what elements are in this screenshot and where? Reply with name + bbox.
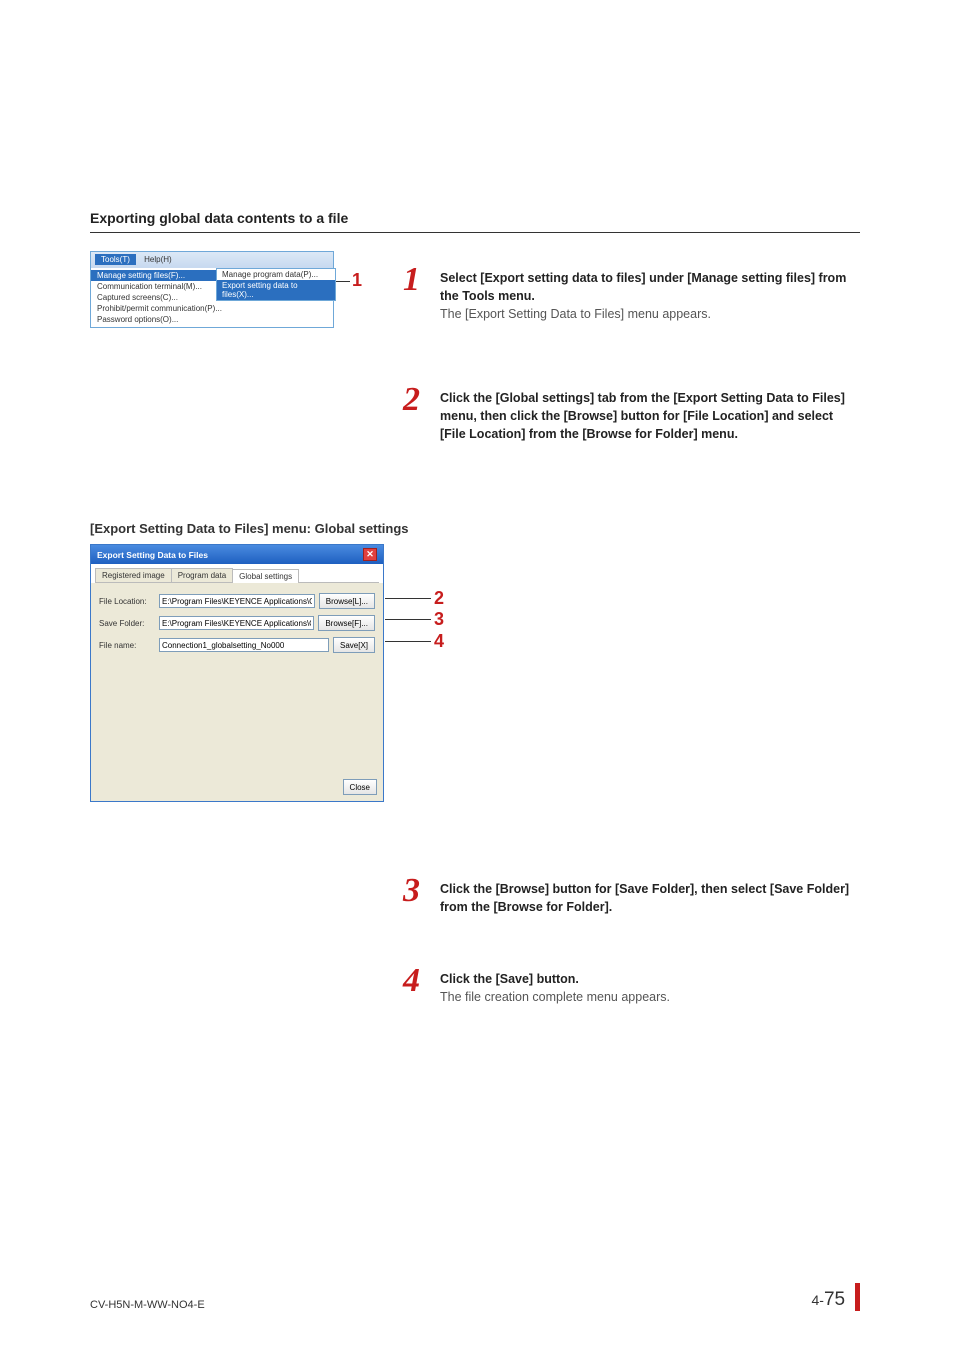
file-name-label: File name: bbox=[99, 641, 159, 650]
callout-line-4 bbox=[385, 641, 431, 642]
file-location-input[interactable] bbox=[159, 594, 315, 608]
step-1-body: Select [Export setting data to files] un… bbox=[440, 269, 860, 323]
page-footer: CV-H5N-M-WW-NO4-E 4-75 bbox=[90, 1283, 860, 1311]
submenu-manage-data[interactable]: Manage program data(P)... bbox=[217, 269, 335, 280]
export-dialog: Export Setting Data to Files ✕ Registere… bbox=[90, 544, 384, 802]
tab-registered-image[interactable]: Registered image bbox=[95, 568, 172, 582]
step-3-body: Click the [Browse] button for [Save Fold… bbox=[440, 880, 860, 916]
step-2-body: Click the [Global settings] tab from the… bbox=[440, 389, 860, 443]
step-3-bold: Click the [Browse] button for [Save Fold… bbox=[440, 882, 849, 914]
doc-id: CV-H5N-M-WW-NO4-E bbox=[90, 1299, 205, 1311]
section-title: Exporting global data contents to a file bbox=[90, 210, 860, 233]
close-button[interactable]: Close bbox=[343, 779, 377, 795]
step-4-plain: The file creation complete menu appears. bbox=[440, 990, 670, 1004]
callout-line-2 bbox=[385, 598, 431, 599]
dialog-tabs: Registered image Program data Global set… bbox=[95, 568, 379, 583]
callout-number-4: 4 bbox=[434, 631, 444, 652]
file-name-input[interactable] bbox=[159, 638, 329, 652]
submenu: Manage program data(P)... Export setting… bbox=[216, 268, 336, 301]
menu-help[interactable]: Help(H) bbox=[138, 254, 178, 265]
step-1-bold: Select [Export setting data to files] un… bbox=[440, 271, 846, 303]
save-button[interactable]: Save[X] bbox=[333, 637, 375, 653]
page-number: 4-75 bbox=[812, 1283, 860, 1311]
step-1-number: 1 bbox=[403, 261, 420, 299]
callout-number-2: 2 bbox=[434, 588, 444, 609]
browse-folder-button[interactable]: Browse[F]... bbox=[318, 615, 375, 631]
dialog-body: File Location: Browse[L]... Save Folder:… bbox=[91, 583, 383, 773]
save-folder-input[interactable] bbox=[159, 616, 314, 630]
menu-tools[interactable]: Tools(T) bbox=[95, 254, 136, 265]
submenu-export[interactable]: Export setting data to files(X)... bbox=[217, 280, 335, 300]
step-1-plain: The [Export Setting Data to Files] menu … bbox=[440, 307, 711, 321]
callout-number-1: 1 bbox=[352, 270, 362, 291]
browse-location-button[interactable]: Browse[L]... bbox=[319, 593, 375, 609]
step-4-number: 4 bbox=[403, 962, 420, 1000]
tab-global-settings[interactable]: Global settings bbox=[232, 569, 299, 583]
close-icon[interactable]: ✕ bbox=[363, 548, 377, 561]
step-4-bold: Click the [Save] button. bbox=[440, 972, 579, 986]
dialog-title-text: Export Setting Data to Files bbox=[97, 550, 208, 560]
tab-program-data[interactable]: Program data bbox=[171, 568, 233, 582]
dialog-titlebar: Export Setting Data to Files ✕ bbox=[91, 545, 383, 564]
step-3-number: 3 bbox=[403, 872, 420, 910]
menu-screenshot: Tools(T) Help(H) Manage setting files(F)… bbox=[90, 251, 334, 328]
callout-number-3: 3 bbox=[434, 609, 444, 630]
menubar: Tools(T) Help(H) bbox=[91, 252, 333, 267]
callout-line-3 bbox=[385, 619, 431, 620]
footer-mark bbox=[855, 1283, 860, 1311]
step-2-bold: Click the [Global settings] tab from the… bbox=[440, 391, 845, 441]
menu-item-prohibit[interactable]: Prohibit/permit communication(P)... bbox=[91, 303, 333, 314]
page-num-value: 75 bbox=[824, 1289, 845, 1310]
file-location-label: File Location: bbox=[99, 597, 159, 606]
callout-line-1 bbox=[336, 281, 350, 282]
dialog-footer: Close bbox=[91, 773, 383, 801]
dialog-section-header: [Export Setting Data to Files] menu: Glo… bbox=[90, 521, 860, 536]
step-2-number: 2 bbox=[403, 381, 420, 419]
page-prefix: 4- bbox=[812, 1292, 824, 1308]
save-folder-label: Save Folder: bbox=[99, 619, 159, 628]
menu-item-password[interactable]: Password options(O)... bbox=[91, 314, 333, 325]
step-4-body: Click the [Save] button. The file creati… bbox=[440, 970, 860, 1006]
